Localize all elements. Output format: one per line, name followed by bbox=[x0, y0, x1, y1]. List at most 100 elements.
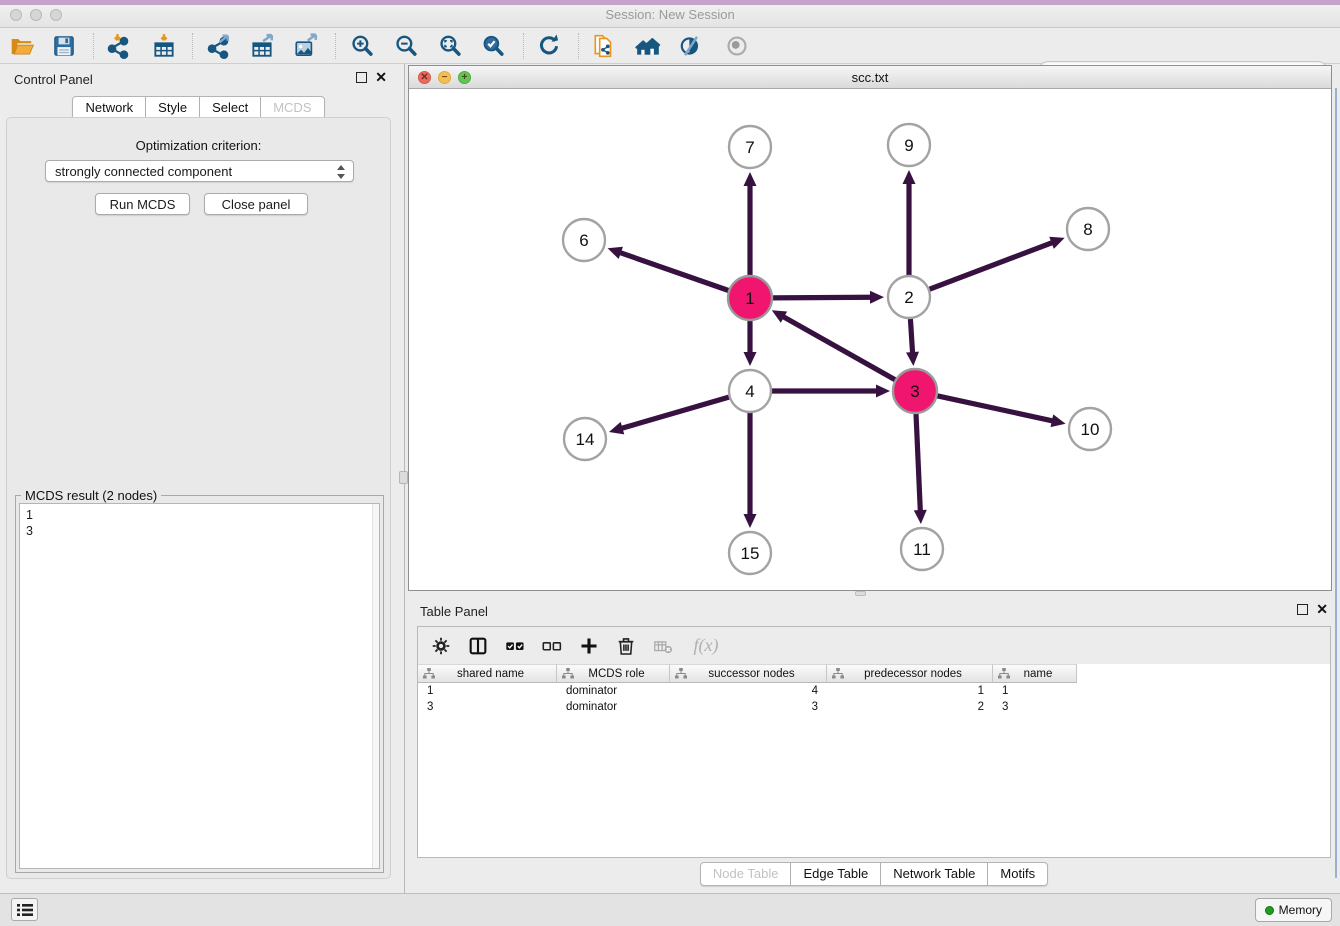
edge-2-3[interactable] bbox=[906, 319, 919, 366]
node-7[interactable]: 7 bbox=[729, 126, 771, 168]
mcds-panel: Optimization criterion: strongly connect… bbox=[6, 117, 391, 879]
tab-edge-table[interactable]: Edge Table bbox=[791, 862, 881, 886]
table-cell[interactable]: 3 bbox=[418, 699, 557, 715]
optimization-criterion-label: Optimization criterion: bbox=[7, 138, 390, 153]
show-columns-icon[interactable] bbox=[464, 632, 492, 660]
export-table-icon[interactable] bbox=[245, 31, 279, 61]
node-4[interactable]: 4 bbox=[729, 370, 771, 412]
tab-network-table[interactable]: Network Table bbox=[881, 862, 988, 886]
zoom-out-icon[interactable] bbox=[389, 31, 423, 61]
result-scrollbar[interactable] bbox=[372, 504, 379, 868]
column-type-icon bbox=[998, 668, 1010, 679]
save-session-icon[interactable] bbox=[47, 31, 81, 61]
vertical-split-grip[interactable] bbox=[399, 471, 408, 484]
node-1[interactable]: 1 bbox=[728, 276, 772, 320]
network-graph[interactable]: 7 9 6 8 1 2 4 3 14 10 15 11 bbox=[409, 89, 1331, 590]
export-image-icon[interactable] bbox=[289, 31, 323, 61]
select-all-columns-icon[interactable] bbox=[501, 632, 529, 660]
node-11[interactable]: 11 bbox=[901, 528, 943, 570]
run-mcds-button[interactable]: Run MCDS bbox=[95, 193, 190, 215]
edge-1-7[interactable] bbox=[744, 172, 757, 276]
table-settings-icon[interactable] bbox=[427, 632, 455, 660]
column-header-shared-name[interactable]: shared name bbox=[418, 664, 557, 683]
node-8[interactable]: 8 bbox=[1067, 208, 1109, 250]
column-header-successor-nodes[interactable]: successor nodes bbox=[670, 664, 827, 683]
column-header-name[interactable]: name bbox=[993, 664, 1077, 683]
refresh-view-icon[interactable] bbox=[532, 31, 566, 61]
table-panel-tabs: Node TableEdge TableNetwork TableMotifs bbox=[408, 862, 1340, 886]
table-row[interactable]: 3dominator323 bbox=[418, 699, 1077, 715]
table-cell[interactable]: 4 bbox=[670, 683, 827, 699]
edge-4-3[interactable] bbox=[772, 385, 890, 398]
edge-4-15[interactable] bbox=[744, 413, 757, 528]
horizontal-split-grip[interactable] bbox=[855, 591, 866, 596]
toolbar-separator bbox=[335, 33, 336, 59]
import-network-icon[interactable] bbox=[101, 31, 135, 61]
deselect-all-columns-icon[interactable] bbox=[538, 632, 566, 660]
edge-3-10[interactable] bbox=[936, 396, 1065, 427]
table-header-row: shared nameMCDS rolesuccessor nodesprede… bbox=[418, 664, 1077, 683]
svg-text:3: 3 bbox=[910, 382, 919, 401]
table-cell[interactable]: dominator bbox=[557, 699, 670, 715]
edge-3-1[interactable] bbox=[772, 310, 896, 380]
network-canvas[interactable]: 7 9 6 8 1 2 4 3 14 10 15 11 bbox=[409, 89, 1331, 590]
mcds-result-text[interactable]: 1 3 bbox=[19, 503, 380, 869]
tab-node-table[interactable]: Node Table bbox=[700, 862, 792, 886]
control-panel-title: Control Panel bbox=[14, 72, 93, 87]
node-2[interactable]: 2 bbox=[888, 276, 930, 318]
svg-text:11: 11 bbox=[913, 540, 931, 559]
node-9[interactable]: 9 bbox=[888, 124, 930, 166]
network-view-window: ✕ − + scc.txt 7 9 6 8 1 2 4 3 14 10 15 11 bbox=[408, 65, 1332, 591]
import-table-icon[interactable] bbox=[147, 31, 181, 61]
open-session-icon[interactable] bbox=[5, 31, 39, 61]
table-cell[interactable]: 3 bbox=[993, 699, 1077, 715]
status-bar: Memory bbox=[0, 893, 1340, 926]
edge-1-2[interactable] bbox=[772, 291, 884, 304]
network-window-titlebar[interactable]: ✕ − + scc.txt bbox=[409, 66, 1331, 89]
memory-label: Memory bbox=[1279, 903, 1322, 917]
float-table-panel-icon[interactable] bbox=[1297, 604, 1308, 615]
close-panel-icon[interactable]: ✕ bbox=[375, 72, 387, 83]
titlebar-accent bbox=[0, 0, 1340, 5]
export-network-icon[interactable] bbox=[201, 31, 235, 61]
clone-network-icon[interactable] bbox=[587, 31, 621, 61]
edge-2-9[interactable] bbox=[903, 170, 916, 275]
zoom-fit-icon[interactable] bbox=[433, 31, 467, 61]
edge-1-4[interactable] bbox=[744, 320, 757, 366]
edge-3-11[interactable] bbox=[914, 413, 927, 524]
node-6[interactable]: 6 bbox=[563, 219, 605, 261]
zoom-selected-icon[interactable] bbox=[476, 31, 510, 61]
close-panel-button[interactable]: Close panel bbox=[204, 193, 308, 215]
edge-4-14[interactable] bbox=[609, 397, 729, 434]
function-builder-icon: f(x) bbox=[686, 632, 724, 660]
table-cell[interactable]: 3 bbox=[670, 699, 827, 715]
apply-style-icon[interactable] bbox=[674, 31, 708, 61]
node-15[interactable]: 15 bbox=[729, 532, 771, 574]
table-cell[interactable]: 1 bbox=[418, 683, 557, 699]
table-cell[interactable]: 1 bbox=[993, 683, 1077, 699]
close-table-panel-icon[interactable]: ✕ bbox=[1316, 604, 1328, 615]
node-14[interactable]: 14 bbox=[564, 418, 606, 460]
add-column-icon[interactable] bbox=[575, 632, 603, 660]
optimization-criterion-select[interactable]: strongly connected component bbox=[45, 160, 354, 182]
node-3[interactable]: 3 bbox=[893, 369, 937, 413]
table-cell[interactable]: 2 bbox=[827, 699, 993, 715]
table-cell[interactable]: dominator bbox=[557, 683, 670, 699]
column-header-MCDS-role[interactable]: MCDS role bbox=[557, 664, 670, 683]
app-titlebar: Session: New Session bbox=[0, 0, 1340, 28]
zoom-in-icon[interactable] bbox=[345, 31, 379, 61]
table-cell[interactable]: 1 bbox=[827, 683, 993, 699]
node-table: f(x) shared nameMCDS rolesuccessor nodes… bbox=[417, 626, 1331, 858]
table-row[interactable]: 1dominator411 bbox=[418, 683, 1077, 699]
first-neighbors-icon[interactable] bbox=[631, 31, 665, 61]
float-panel-icon[interactable] bbox=[356, 72, 367, 83]
tab-motifs[interactable]: Motifs bbox=[988, 862, 1048, 886]
delete-column-icon[interactable] bbox=[612, 632, 640, 660]
optimization-criterion-value: strongly connected component bbox=[55, 164, 232, 179]
task-history-button[interactable] bbox=[11, 898, 38, 921]
node-10[interactable]: 10 bbox=[1069, 408, 1111, 450]
edge-1-6[interactable] bbox=[608, 247, 730, 291]
edge-2-8[interactable] bbox=[930, 237, 1065, 289]
column-header-predecessor-nodes[interactable]: predecessor nodes bbox=[827, 664, 993, 683]
memory-button[interactable]: Memory bbox=[1255, 898, 1332, 922]
